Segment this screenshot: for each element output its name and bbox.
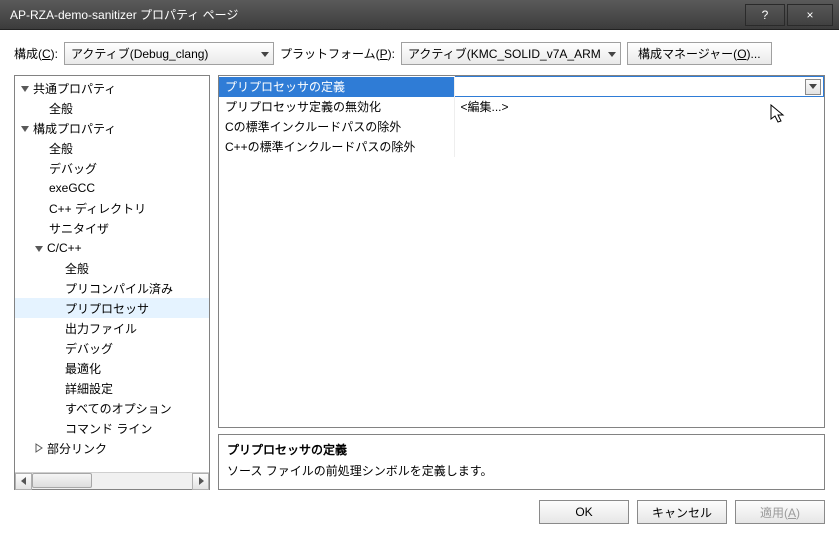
tree-item-ccpp-debug[interactable]: デバッグ — [15, 338, 209, 358]
platform-combo[interactable]: アクティブ(KMC_SOLID_v7A_ARM — [401, 42, 621, 65]
category-tree[interactable]: 共通プロパティ 全般 構成プロパティ 全般 デバッグ exeGCC C++ ディ… — [15, 76, 209, 472]
tree-item-config[interactable]: 構成プロパティ — [15, 118, 209, 138]
scroll-thumb[interactable] — [32, 473, 92, 488]
tree-item-debug[interactable]: デバッグ — [15, 158, 209, 178]
close-icon: × — [806, 8, 813, 22]
title-bar: AP-RZA-demo-sanitizer プロパティ ページ ? × — [0, 0, 839, 30]
platform-combo-value: アクティブ(KMC_SOLID_v7A_ARM — [408, 45, 601, 62]
prop-row-undef[interactable]: プリプロセッサ定義の無効化 <編集...> — [219, 97, 824, 117]
tree-item-preprocessor[interactable]: プリプロセッサ — [15, 298, 209, 318]
tree-item-all-options[interactable]: すべてのオプション — [15, 398, 209, 418]
chevron-down-icon — [261, 47, 269, 61]
scroll-right-button[interactable] — [192, 473, 209, 490]
tree-item-common[interactable]: 共通プロパティ — [15, 78, 209, 98]
tree-horizontal-scrollbar[interactable] — [15, 472, 209, 489]
apply-button[interactable]: 適用(A) — [735, 500, 825, 524]
help-button[interactable]: ? — [745, 4, 785, 26]
tree-item-cpp-dirs[interactable]: C++ ディレクトリ — [15, 198, 209, 218]
tree-item-ccpp-general[interactable]: 全般 — [15, 258, 209, 278]
prop-row-preprocessor-def[interactable]: プリプロセッサの定義 — [219, 77, 824, 97]
chevron-down-icon — [608, 47, 616, 61]
window-title: AP-RZA-demo-sanitizer プロパティ ページ — [10, 6, 743, 23]
twisty-open-icon — [19, 82, 31, 94]
close-button[interactable]: × — [787, 4, 833, 26]
config-manager-button[interactable]: 構成マネージャー(O)... — [627, 42, 772, 65]
twisty-open-icon — [19, 122, 31, 134]
tree-item-precompiled[interactable]: プリコンパイル済み — [15, 278, 209, 298]
property-grid[interactable]: プリプロセッサの定義 プリプロセッサ定義の無効化 <編集...> Cの標準インク… — [218, 75, 825, 428]
tree-item-cmdline[interactable]: コマンド ライン — [15, 418, 209, 438]
description-title: プリプロセッサの定義 — [227, 441, 816, 458]
twisty-closed-icon — [33, 442, 45, 454]
prop-row-c-exclude[interactable]: Cの標準インクルードパスの除外 — [219, 117, 824, 137]
tree-item-optimize[interactable]: 最適化 — [15, 358, 209, 378]
tree-item-general[interactable]: 全般 — [15, 138, 209, 158]
scroll-left-button[interactable] — [15, 473, 32, 490]
config-combo-value: アクティブ(Debug_clang) — [71, 45, 208, 62]
config-row: 構成(C): アクティブ(Debug_clang) プラットフォーム(P): ア… — [14, 42, 825, 65]
description-box: プリプロセッサの定義 ソース ファイルの前処理シンボルを定義します。 — [218, 434, 825, 490]
tree-item-common-general[interactable]: 全般 — [15, 98, 209, 118]
tree-panel: 共通プロパティ 全般 構成プロパティ 全般 デバッグ exeGCC C++ ディ… — [14, 75, 210, 490]
scroll-track[interactable] — [32, 473, 192, 490]
tree-item-ccpp[interactable]: C/C++ — [15, 238, 209, 258]
prop-row-cpp-exclude[interactable]: C++の標準インクルードパスの除外 — [219, 137, 824, 157]
config-label: 構成(C): — [14, 45, 58, 62]
platform-label: プラットフォーム(P): — [280, 45, 395, 62]
tree-item-exegcc[interactable]: exeGCC — [15, 178, 209, 198]
tree-item-partial-link[interactable]: 部分リンク — [15, 438, 209, 458]
tree-item-output[interactable]: 出力ファイル — [15, 318, 209, 338]
tree-item-sanitizer[interactable]: サニタイザ — [15, 218, 209, 238]
tree-item-advanced[interactable]: 詳細設定 — [15, 378, 209, 398]
description-body: ソース ファイルの前処理シンボルを定義します。 — [227, 462, 816, 479]
config-combo[interactable]: アクティブ(Debug_clang) — [64, 42, 274, 65]
value-dropdown-button[interactable] — [805, 79, 821, 95]
cancel-button[interactable]: キャンセル — [637, 500, 727, 524]
twisty-open-icon — [33, 242, 45, 254]
help-icon: ? — [762, 8, 769, 22]
ok-button[interactable]: OK — [539, 500, 629, 524]
dialog-footer: OK キャンセル 適用(A) — [14, 500, 825, 524]
